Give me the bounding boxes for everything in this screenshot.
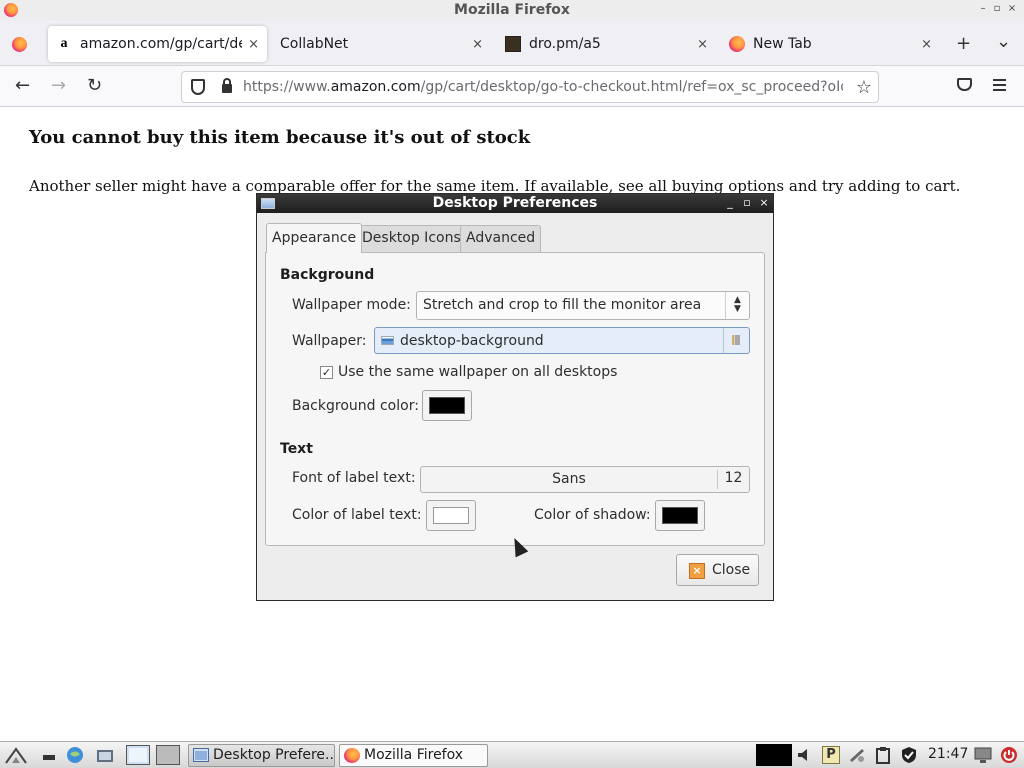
minimize-all-windows-icon[interactable] [40, 746, 58, 764]
background-color-button[interactable] [422, 390, 472, 421]
shadow-color-swatch [662, 507, 698, 524]
close-tab-icon[interactable]: × [697, 37, 708, 52]
dialog-title-bar[interactable]: Desktop Preferences _ ▫ × [257, 194, 773, 213]
back-button[interactable]: ← [15, 75, 30, 96]
reload-button[interactable]: ↻ [87, 75, 102, 96]
tab-desktop-icons[interactable]: Desktop Icons [356, 225, 467, 252]
task-label: Desktop Prefere... [213, 747, 335, 763]
close-button-label: Close [712, 562, 751, 578]
url-path: /gp/cart/desktop/go-to-checkout.html/ref… [420, 79, 843, 95]
close-icon: × [689, 563, 705, 579]
security-shield-icon[interactable] [900, 746, 918, 764]
clock[interactable]: 21:47 [928, 746, 968, 762]
display-icon[interactable] [974, 746, 992, 764]
wallpaper-value: desktop-background [400, 333, 544, 349]
close-tab-icon[interactable]: × [248, 37, 259, 52]
image-file-icon [381, 336, 394, 345]
task-label: Mozilla Firefox [364, 747, 464, 763]
list-all-tabs-button[interactable]: ⌄ [996, 31, 1011, 52]
font-chooser-button[interactable]: Sans 12 [420, 466, 750, 493]
taskbar-item-desktop-preferences[interactable]: Desktop Prefere... [188, 744, 335, 767]
tab-appearance[interactable]: Appearance [266, 223, 363, 253]
tab-advanced[interactable]: Advanced [460, 225, 542, 252]
close-tab-icon[interactable]: × [921, 37, 932, 52]
url-text[interactable]: https://www.amazon.com/gp/cart/desktop/g… [243, 79, 843, 95]
text-section-title: Text [280, 441, 313, 457]
web-browser-icon[interactable] [66, 746, 84, 764]
taskbar: Desktop Prefere... Mozilla Firefox P 21:… [0, 741, 1024, 768]
close-window-button[interactable]: × [1005, 3, 1019, 14]
volume-icon[interactable] [796, 746, 814, 764]
dialog-title: Desktop Preferences [432, 195, 598, 211]
workspace-2-icon[interactable] [156, 745, 180, 765]
tab-label: CollabNet [280, 36, 349, 52]
background-color-label: Background color: [292, 398, 419, 414]
hamburger-menu-icon[interactable] [993, 79, 1006, 91]
label-color-label: Color of label text: [292, 507, 422, 523]
dialog-maximize-button[interactable]: ▫ [741, 196, 753, 209]
workspace-1-icon[interactable] [126, 745, 150, 765]
taskbar-item-mozilla-firefox[interactable]: Mozilla Firefox [339, 744, 488, 767]
shadow-color-button[interactable] [655, 500, 705, 531]
url-bar[interactable]: https://www.amazon.com/gp/cart/desktop/g… [181, 71, 879, 103]
tab-label: amazon.com/gp/cart/desktop/go-to-checkou… [80, 36, 242, 52]
tab-amazon[interactable]: a amazon.com/gp/cart/desktop/go-to-check… [48, 26, 267, 62]
background-color-swatch [429, 397, 465, 414]
close-tab-icon[interactable]: × [472, 37, 483, 52]
shadow-color-label: Color of shadow: [534, 507, 651, 523]
browser-title-bar: Mozilla Firefox – ▫ × [0, 0, 1024, 21]
font-label: Font of label text: [292, 470, 416, 486]
lock-icon[interactable] [222, 78, 232, 93]
amazon-favicon-icon: a [56, 36, 72, 52]
network-icon[interactable] [848, 746, 866, 764]
dialog-minimize-button[interactable]: _ [724, 196, 736, 209]
close-button[interactable]: × Close [676, 554, 759, 586]
cpu-monitor-icon [756, 744, 792, 766]
wallpaper-mode-label: Wallpaper mode: [292, 297, 411, 313]
tray-p-icon[interactable]: P [822, 746, 840, 764]
background-section-title: Background [280, 267, 375, 283]
tab-label: dro.pm/a5 [529, 36, 601, 52]
dialog-close-button[interactable]: × [758, 196, 770, 209]
wallpaper-mode-value: Stretch and crop to fill the monitor are… [423, 297, 702, 313]
dro-favicon-icon [505, 36, 521, 52]
firefox-icon [344, 748, 360, 763]
firefox-view-icon[interactable] [12, 37, 27, 52]
minimize-window-button[interactable]: – [976, 3, 990, 14]
start-menu-icon[interactable] [4, 746, 28, 764]
window-title: Mozilla Firefox [454, 2, 570, 18]
bookmark-star-icon[interactable]: ☆ [856, 77, 872, 98]
same-wallpaper-label[interactable]: Use the same wallpaper on all desktops [338, 364, 617, 380]
tab-strip: a amazon.com/gp/cart/desktop/go-to-check… [0, 21, 1024, 66]
tracking-protection-shield-icon[interactable] [191, 79, 205, 95]
clipboard-icon[interactable] [874, 746, 892, 764]
forward-button[interactable]: → [51, 75, 66, 96]
tab-new-tab[interactable]: New Tab × [721, 26, 940, 62]
maximize-window-button[interactable]: ▫ [990, 3, 1004, 14]
file-manager-icon[interactable] [96, 746, 114, 764]
appearance-panel: Background Wallpaper mode: Stretch and c… [265, 252, 765, 546]
label-color-button[interactable] [426, 500, 476, 531]
firefox-favicon-icon [729, 36, 745, 52]
new-tab-button[interactable]: + [956, 33, 971, 54]
navigation-toolbar: ← → ↻ https://www.amazon.com/gp/cart/des… [0, 66, 1024, 107]
same-wallpaper-checkbox[interactable]: ✓ [320, 366, 333, 379]
tab-label: New Tab [753, 36, 812, 52]
label-color-swatch [433, 507, 469, 524]
url-host: amazon.com [330, 79, 421, 95]
wallpaper-label: Wallpaper: [292, 333, 367, 349]
url-prefix: https://www. [243, 79, 331, 95]
tab-collabnet[interactable]: CollabNet × [272, 26, 491, 62]
wallpaper-file-chooser[interactable]: desktop-background [374, 327, 750, 354]
pocket-icon[interactable] [957, 78, 972, 91]
desktop-preferences-icon [193, 748, 209, 762]
browse-file-icon[interactable] [723, 328, 749, 353]
font-size: 12 [717, 470, 749, 489]
wallpaper-mode-select[interactable]: Stretch and crop to fill the monitor are… [416, 291, 750, 320]
power-icon[interactable] [1000, 746, 1018, 764]
font-name: Sans [552, 471, 586, 487]
tab-dro-pm[interactable]: dro.pm/a5 × [497, 26, 716, 62]
page-heading: You cannot buy this item because it's ou… [29, 127, 531, 148]
select-arrows-icon: ▲ ▼ [725, 292, 749, 319]
